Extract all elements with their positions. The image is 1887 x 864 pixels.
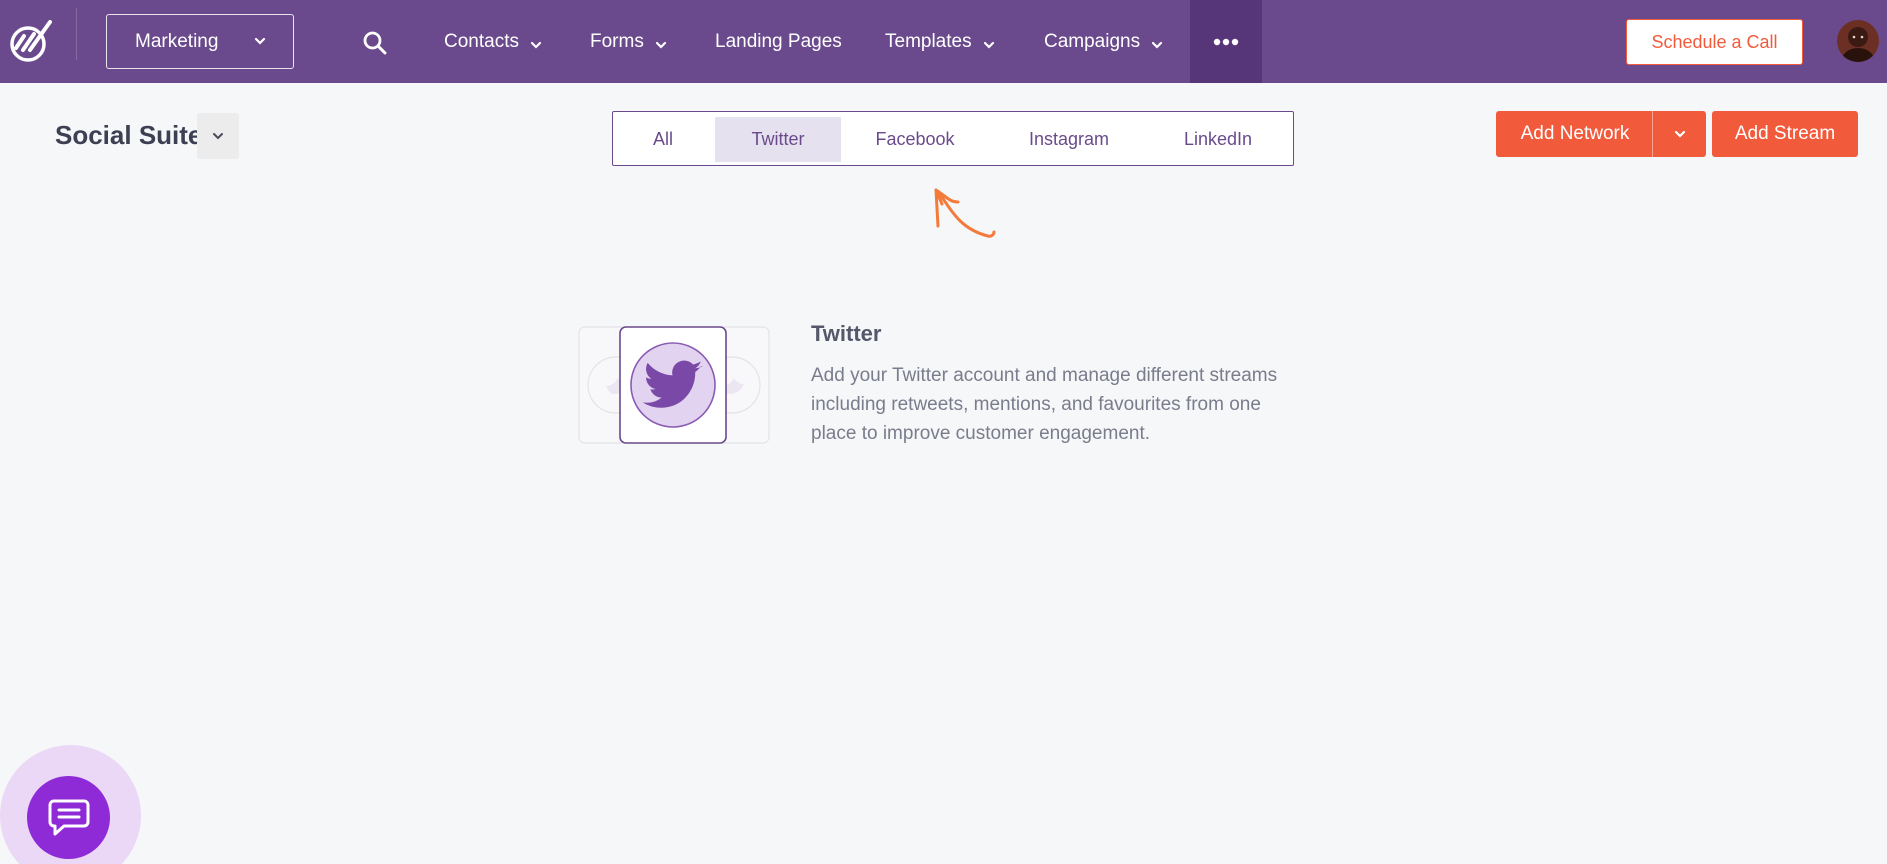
tab-twitter[interactable]: Twitter: [715, 117, 841, 162]
tab-linkedin[interactable]: LinkedIn: [1153, 117, 1283, 162]
add-network-dropdown-toggle[interactable]: [1653, 111, 1706, 157]
chevron-down-icon: [254, 37, 266, 45]
top-navigation-bar: Marketing Contacts Forms Landing Pages T…: [0, 0, 1887, 83]
tab-all[interactable]: All: [623, 117, 703, 162]
search-icon[interactable]: [362, 30, 388, 56]
empty-state-description: Add your Twitter account and manage diff…: [811, 365, 1278, 444]
chevron-down-icon: [1674, 130, 1685, 138]
workspace-label: Marketing: [135, 30, 219, 52]
nav-landing-pages-label: Landing Pages: [715, 30, 842, 52]
add-network-label: Add Network: [1520, 123, 1630, 144]
empty-state-title: Twitter: [811, 321, 882, 346]
brand-logo-icon[interactable]: [8, 18, 54, 64]
nav-templates-label: Templates: [885, 30, 972, 52]
chat-launcher-button[interactable]: [27, 776, 110, 859]
nav-templates[interactable]: Templates: [885, 0, 996, 83]
avatar-image: [1837, 20, 1879, 62]
schedule-call-button[interactable]: Schedule a Call: [1626, 19, 1803, 65]
nav-contacts-label: Contacts: [444, 30, 519, 52]
logo-divider: [76, 8, 77, 60]
annotation-arrow-icon: [934, 188, 996, 238]
network-filter-tabs: All Twitter Facebook Instagram LinkedIn: [612, 111, 1294, 166]
chevron-down-icon: [655, 41, 666, 49]
nav-campaigns-label: Campaigns: [1044, 30, 1141, 52]
page-title: Social Suite: [55, 120, 203, 150]
nav-forms-label: Forms: [590, 30, 644, 52]
tab-instagram[interactable]: Instagram: [1001, 117, 1137, 162]
chevron-down-icon: [530, 41, 542, 49]
nav-contacts[interactable]: Contacts: [444, 0, 543, 83]
chevron-down-icon: [983, 41, 994, 49]
nav-forms[interactable]: Forms: [590, 0, 668, 83]
twitter-empty-illustration: [578, 326, 770, 444]
chevron-down-icon: [213, 133, 223, 140]
add-stream-button[interactable]: Add Stream: [1712, 111, 1858, 157]
more-dots-icon: [1213, 38, 1239, 45]
chevron-down-icon: [1152, 41, 1163, 49]
nav-landing-pages[interactable]: Landing Pages: [715, 0, 842, 83]
page-switcher-dropdown[interactable]: [197, 113, 239, 159]
chat-bubble-icon: [48, 799, 89, 835]
nav-more-button[interactable]: [1190, 0, 1262, 83]
nav-campaigns[interactable]: Campaigns: [1044, 0, 1164, 83]
tab-facebook[interactable]: Facebook: [849, 117, 981, 162]
user-avatar[interactable]: [1837, 20, 1879, 62]
workspace-dropdown[interactable]: Marketing: [106, 14, 294, 69]
